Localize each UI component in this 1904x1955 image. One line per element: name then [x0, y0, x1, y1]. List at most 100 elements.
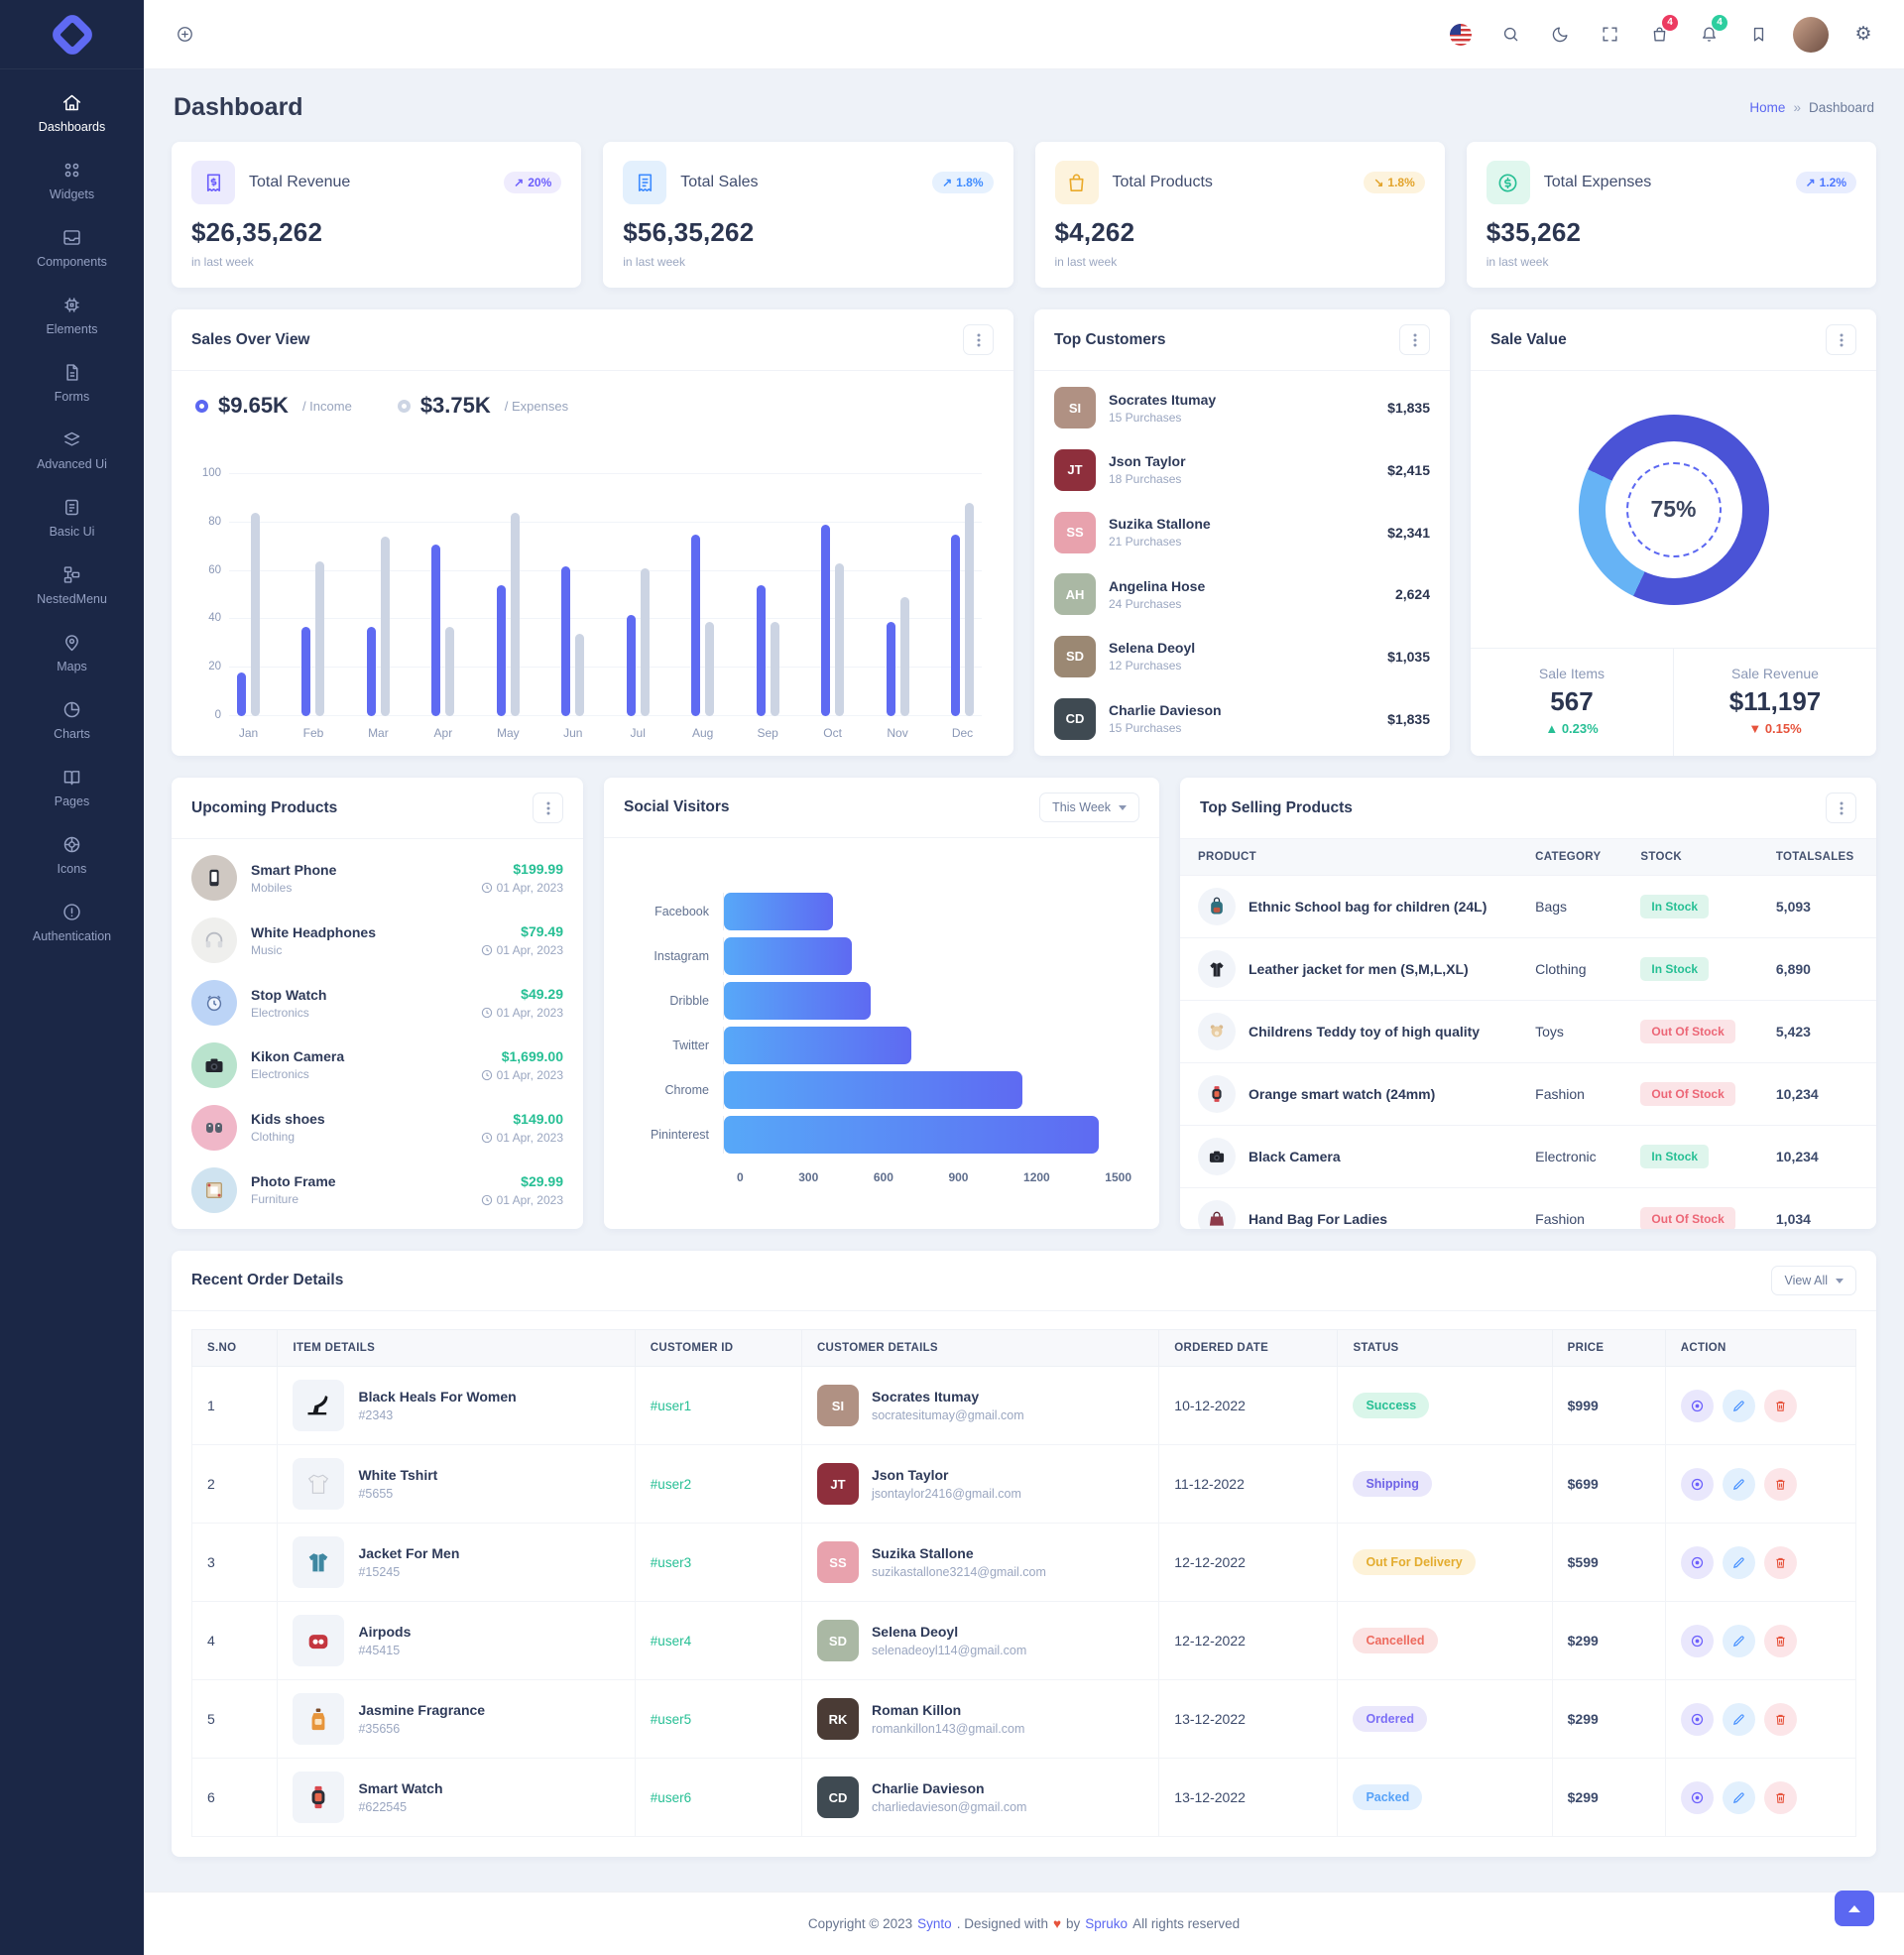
trend-up-icon: ↗	[1805, 176, 1816, 189]
more-options-button[interactable]	[1399, 324, 1430, 355]
smartphone-icon	[191, 855, 237, 902]
table-row: Hand Bag For Ladies Fashion Out Of Stock…	[1180, 1187, 1876, 1229]
app-logo[interactable]	[0, 0, 144, 69]
column-header: ITEM DETAILS	[277, 1329, 636, 1367]
view-button[interactable]	[1680, 1545, 1714, 1579]
scroll-to-top-button[interactable]	[1835, 1891, 1874, 1926]
status-badge: Success	[1353, 1393, 1430, 1418]
sale-revenue-stat: Sale Revenue $11,197 ▼ 0.15%	[1673, 649, 1876, 756]
sidebar-item-nestedmenu[interactable]: NestedMenu	[0, 551, 144, 619]
sidebar-item-charts[interactable]: Charts	[0, 686, 144, 754]
avatar: CD	[816, 1776, 859, 1818]
sidebar-toggle-button[interactable]	[170, 20, 199, 50]
footer: Copyright © 2023 Synto. Designed with ♥ …	[144, 1892, 1904, 1955]
fullscreen-button[interactable]	[1595, 20, 1624, 50]
inbox-icon	[61, 227, 82, 248]
book-icon	[61, 767, 82, 788]
view-button[interactable]	[1680, 1389, 1714, 1422]
more-options-button[interactable]	[1826, 793, 1856, 823]
synto-link[interactable]: Synto	[917, 1916, 952, 1931]
product-row: Kids shoes Clothing $149.00 01 Apr, 2023	[191, 1099, 563, 1157]
eye-icon	[1691, 1791, 1703, 1803]
language-flag-button[interactable]	[1446, 20, 1476, 50]
edit-button[interactable]	[1722, 1624, 1755, 1657]
fragrance-icon	[293, 1693, 345, 1745]
delete-button[interactable]	[1763, 1467, 1797, 1501]
view-button[interactable]	[1680, 1624, 1714, 1657]
breadcrumb-separator: »	[1793, 100, 1801, 115]
sidebar-item-label: Maps	[57, 660, 87, 673]
recent-orders-card: Recent Order Details View All S.NO ITEM …	[172, 1251, 1876, 1857]
clock-icon	[481, 883, 492, 894]
pencil-icon	[1732, 1556, 1744, 1568]
sidebar-item-dashboards[interactable]: Dashboards	[0, 79, 144, 147]
main-content: Dashboard Home » Dashboard Total Revenue…	[144, 69, 1904, 1857]
edit-button[interactable]	[1722, 1389, 1755, 1422]
stat-value: $26,35,262	[191, 217, 323, 247]
sidebar-item-advanced-ui[interactable]: Advanced Ui	[0, 417, 144, 484]
sidebar-item-elements[interactable]: Elements	[0, 282, 144, 349]
breadcrumb-home-link[interactable]: Home	[1749, 100, 1785, 115]
sidebar-item-icons[interactable]: Icons	[0, 821, 144, 889]
dark-mode-button[interactable]	[1545, 20, 1575, 50]
spruko-link[interactable]: Spruko	[1085, 1916, 1128, 1931]
trash-icon	[1776, 1792, 1785, 1803]
moon-icon	[1552, 27, 1568, 43]
sidebar-item-authentication[interactable]: Authentication	[0, 889, 144, 956]
bookmark-button[interactable]	[1743, 20, 1773, 50]
stopwatch-icon	[191, 980, 237, 1027]
sidebar-item-basic-ui[interactable]: Basic Ui	[0, 484, 144, 551]
card-title: Top Customers	[1054, 330, 1166, 348]
view-all-dropdown[interactable]: View All	[1771, 1266, 1856, 1295]
sidebar-item-forms[interactable]: Forms	[0, 349, 144, 417]
delete-button[interactable]	[1763, 1780, 1797, 1814]
customer-id: #user1	[650, 1399, 692, 1413]
jacket-icon	[293, 1536, 345, 1588]
table-row: 1 Black Heals For Women #2343 #user1 SI So…	[190, 1366, 1857, 1445]
camera-icon	[191, 1041, 237, 1088]
stats-row: Total Revenue ↗ 20% $26,35,262 in last we…	[172, 142, 1876, 288]
settings-button[interactable]: ⚙	[1848, 20, 1878, 50]
view-button[interactable]	[1680, 1702, 1714, 1736]
week-filter-dropdown[interactable]: This Week	[1039, 793, 1139, 822]
notifications-button[interactable]: 4	[1694, 14, 1727, 50]
sidebar-item-maps[interactable]: Maps	[0, 619, 144, 686]
more-options-button[interactable]	[963, 324, 994, 355]
edit-button[interactable]	[1722, 1545, 1755, 1579]
delta-down-icon: ▼	[1748, 721, 1762, 736]
sidebar-item-components[interactable]: Components	[0, 214, 144, 282]
avatar: SD	[816, 1620, 859, 1661]
delete-button[interactable]	[1763, 1545, 1797, 1579]
avatar: SS	[1054, 511, 1096, 553]
breadcrumb-current: Dashboard	[1808, 100, 1874, 115]
sales-chart-groups: Jan Feb Mar Apr May Jun Jul Aug Sep Oct Nov Dec	[229, 446, 982, 740]
more-options-button[interactable]	[1826, 324, 1856, 355]
stat-trend-badge: ↗ 1.2%	[1795, 172, 1856, 193]
more-options-button[interactable]	[533, 793, 563, 823]
table-row: Childrens Teddy toy of high quality Toys…	[1180, 1000, 1876, 1063]
customer-id: #user5	[650, 1712, 692, 1727]
search-button[interactable]	[1495, 20, 1525, 50]
table-row: 3 Jacket For Men #15245 #user3 SS Suzika S…	[190, 1523, 1857, 1602]
stock-badge: Out Of Stock	[1640, 1082, 1735, 1106]
cart-button[interactable]: 4	[1644, 14, 1678, 50]
delete-button[interactable]	[1763, 1702, 1797, 1736]
sidebar-item-widgets[interactable]: Widgets	[0, 147, 144, 214]
column-header: ORDERED DATE	[1158, 1329, 1339, 1367]
sidebar-item-pages[interactable]: Pages	[0, 754, 144, 821]
trend-down-icon: ↘	[1373, 176, 1384, 189]
edit-button[interactable]	[1722, 1467, 1755, 1501]
user-avatar[interactable]	[1793, 16, 1829, 53]
table-row: Leather jacket for men (S,M,L,XL) Clothi…	[1180, 937, 1876, 1001]
sidebar-item-label: Pages	[54, 794, 90, 808]
delete-button[interactable]	[1763, 1624, 1797, 1657]
edit-button[interactable]	[1722, 1780, 1755, 1814]
delete-button[interactable]	[1763, 1389, 1797, 1422]
stat-card-total-revenue: Total Revenue ↗ 20% $26,35,262 in last we…	[172, 142, 582, 288]
sales-chart: 0 20 40 60 80 100 Jan Feb Mar Apr May Jun Jul Aug Sep…	[185, 436, 988, 746]
delta-up-icon: ▲	[1545, 721, 1559, 736]
view-button[interactable]	[1680, 1780, 1714, 1814]
stat-value: $35,262	[1486, 217, 1582, 247]
edit-button[interactable]	[1722, 1702, 1755, 1736]
view-button[interactable]	[1680, 1467, 1714, 1501]
